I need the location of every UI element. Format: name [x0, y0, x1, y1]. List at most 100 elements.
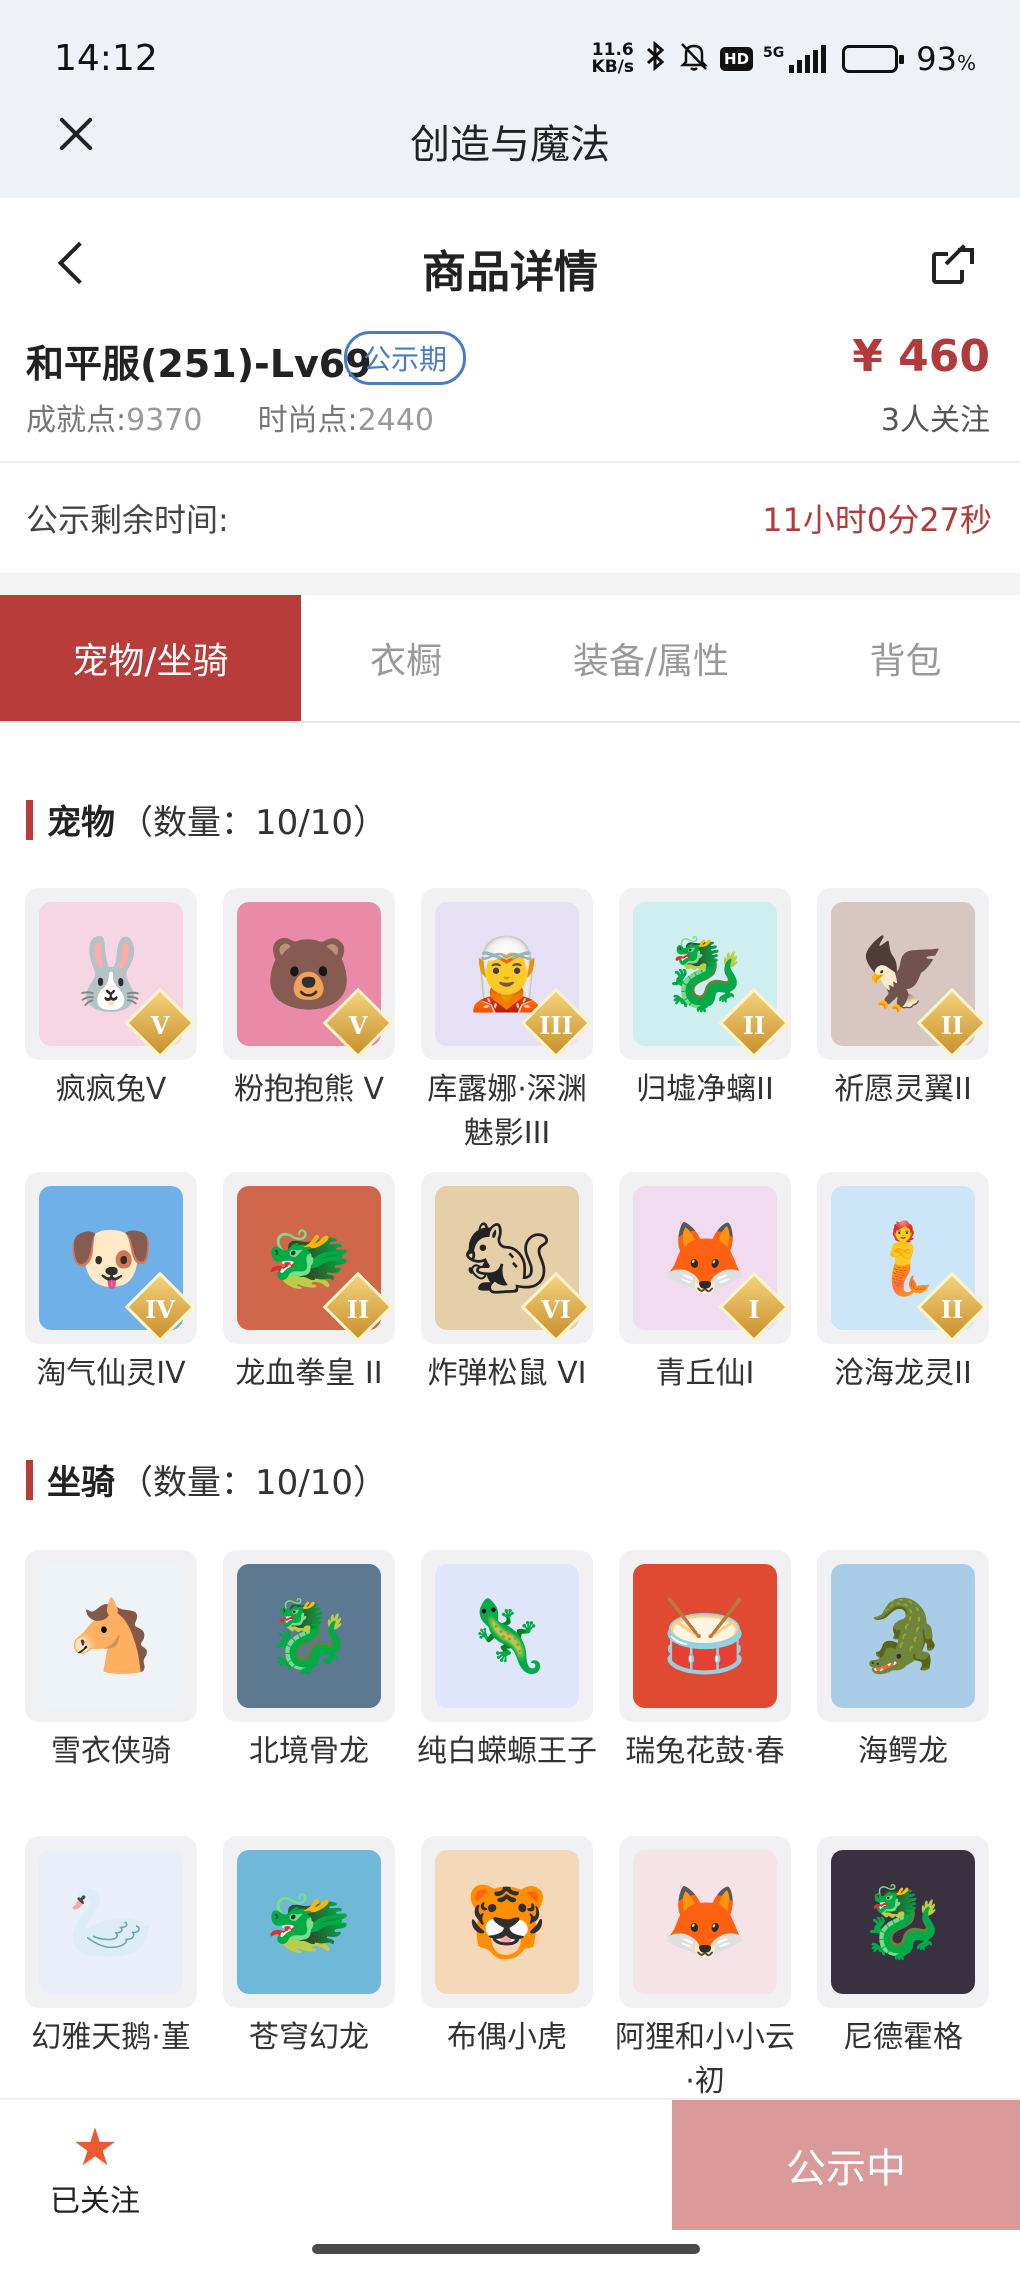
pet-item[interactable]: 🐰 V 疯疯兔V	[12, 888, 210, 1112]
item-glyph: 🐴	[67, 1595, 155, 1677]
item-glyph: 🐉	[859, 1881, 947, 1963]
item-glyph: 🐲	[265, 1217, 353, 1299]
fashion-value: 2440	[357, 403, 435, 438]
tab-backpack[interactable]: 背包	[791, 595, 1020, 721]
item-glyph: 🦊	[661, 1217, 749, 1299]
ali-fox-icon: 🦊	[619, 1836, 791, 2008]
item-name: 幻雅天鹅·堇	[31, 2020, 191, 2055]
item-name: 祈愿灵翼II	[834, 1072, 972, 1107]
tab-pets-mounts[interactable]: 宠物/坐骑	[0, 595, 301, 721]
follow-button[interactable]: ★ 已关注	[30, 2120, 160, 2220]
grade-label: V	[150, 1011, 170, 1040]
signal-5g-icon: 5G	[763, 45, 827, 73]
divider	[0, 573, 1020, 595]
followers-count: 3人关注	[880, 403, 990, 438]
achievement-value: 9370	[126, 403, 203, 438]
item-name: 淘气仙灵IV	[36, 1356, 186, 1391]
mount-item[interactable]: 🦊 阿狸和小小云·初	[606, 1836, 804, 2104]
section-bar	[26, 799, 33, 840]
tab-wardrobe[interactable]: 衣橱	[301, 595, 511, 721]
mount-item[interactable]: 🐴 雪衣侠骑	[12, 1550, 210, 1774]
item-glyph: 🐶	[67, 1217, 155, 1299]
countdown-row: 公示剩余时间: 11小时0分27秒	[0, 463, 1020, 573]
net-speed-unit: KB/s	[591, 57, 635, 77]
item-glyph: 🥁	[661, 1595, 749, 1677]
eagle-icon: 🦅 II	[817, 888, 989, 1060]
item-glyph: 🐯	[463, 1881, 551, 1963]
pet-item[interactable]: 🐻 V 粉抱抱熊 V	[210, 888, 408, 1112]
item-glyph: 🐉	[661, 933, 749, 1015]
grade-label: II	[742, 1011, 766, 1040]
item-glyph: 🐰	[67, 933, 155, 1015]
bluetooth-icon	[644, 40, 668, 78]
item-glyph: 🧜	[859, 1217, 947, 1299]
item-name: 阿狸和小小云·初	[615, 2020, 795, 2099]
item-name: 青丘仙I	[655, 1356, 755, 1391]
item-name: 疯疯兔V	[55, 1072, 167, 1107]
star-icon: ★	[71, 2118, 119, 2178]
pet-item[interactable]: 🐉 II 归墟净螭II	[606, 888, 804, 1112]
item-name: 龙血拳皇 II	[235, 1356, 383, 1391]
net-speed: 11.6 KB/s	[592, 42, 634, 76]
product-info: 和平服(251)-Lv69 公示期 ¥ 460 成就点:9370 时尚点:244…	[0, 325, 1020, 463]
item-name: 库露娜·深渊魅影III	[427, 1072, 587, 1151]
section-bar	[26, 1459, 33, 1500]
countdown-value: 11小时0分27秒	[762, 501, 992, 539]
achievement-label: 成就点:	[26, 403, 127, 438]
item-glyph: 🦅	[859, 933, 947, 1015]
publicity-button[interactable]: 公示中	[672, 2100, 1020, 2230]
item-name: 瑞兔花鼓·春	[625, 1734, 785, 1769]
bear-icon: 🐻 V	[223, 888, 395, 1060]
dragon-girl-icon: 🧜 II	[817, 1172, 989, 1344]
pet-item[interactable]: 🐲 II 龙血拳皇 II	[210, 1172, 408, 1396]
pet-item[interactable]: 🐶 IV 淘气仙灵IV	[12, 1172, 210, 1396]
item-name: 海鳄龙	[858, 1734, 948, 1769]
pet-item[interactable]: 🧜 II 沧海龙灵II	[804, 1172, 1002, 1396]
horse-icon: 🐴	[25, 1550, 197, 1722]
tab-equipment[interactable]: 装备/属性	[511, 595, 791, 721]
fox-girl-icon: 🦊 I	[619, 1172, 791, 1344]
item-name: 纯白蝾螈王子	[417, 1734, 597, 1769]
swan-icon: 🦢	[25, 1836, 197, 2008]
tiger-icon: 🐯	[421, 1836, 593, 2008]
pet-item[interactable]: 🦅 II 祈愿灵翼II	[804, 888, 1002, 1112]
countdown-label: 公示剩余时间:	[26, 501, 229, 539]
mount-item[interactable]: 🦢 幻雅天鹅·堇	[12, 1836, 210, 2060]
pet-item[interactable]: 🧝 III 库露娜·深渊魅影III	[408, 888, 606, 1156]
salamander-icon: 🦎	[421, 1550, 593, 1722]
grade-label: II	[940, 1295, 964, 1324]
grade-label: II	[346, 1295, 370, 1324]
pet-item[interactable]: 🐿 VI 炸弹松鼠 VI	[408, 1172, 606, 1396]
mount-item[interactable]: 🐉 北境骨龙	[210, 1550, 408, 1774]
item-name: 沧海龙灵II	[834, 1356, 972, 1391]
mounts-count: （数量：10/10）	[119, 1463, 387, 1503]
page-title: 商品详情	[422, 247, 598, 298]
item-name: 粉抱抱熊 V	[233, 1072, 385, 1107]
mount-item[interactable]: 🥁 瑞兔花鼓·春	[606, 1550, 804, 1774]
item-glyph: 🐊	[859, 1595, 947, 1677]
item-glyph: 🦢	[67, 1881, 155, 1963]
battery-percent: 93%	[916, 40, 976, 78]
hd-icon: HD	[720, 47, 754, 71]
home-indicator[interactable]	[312, 2244, 700, 2254]
app-title: 创造与魔法	[410, 122, 610, 168]
dark-dragon-icon: 🐉	[817, 1836, 989, 2008]
item-glyph: 🐲	[265, 1881, 353, 1963]
mount-item[interactable]: 🐊 海鳄龙	[804, 1550, 1002, 1774]
mount-item[interactable]: 🐯 布偶小虎	[408, 1836, 606, 2060]
mount-item[interactable]: 🐉 尼德霍格	[804, 1836, 1002, 2060]
follow-label: 已关注	[50, 2184, 140, 2219]
item-glyph: 🐉	[265, 1595, 353, 1677]
beast-icon: 🐲 II	[223, 1172, 395, 1344]
status-badge: 公示期	[344, 331, 467, 385]
grade-label: III	[539, 1011, 573, 1040]
item-name: 布偶小虎	[447, 2020, 567, 2055]
pets-count: （数量：10/10）	[119, 803, 387, 843]
share-icon[interactable]	[932, 244, 974, 286]
item-glyph: 🦎	[463, 1595, 551, 1677]
pet-item[interactable]: 🦊 I 青丘仙I	[606, 1172, 804, 1396]
mount-item[interactable]: 🐲 苍穹幻龙	[210, 1836, 408, 2060]
item-glyph: 🐿	[462, 1217, 552, 1299]
mount-item[interactable]: 🦎 纯白蝾螈王子	[408, 1550, 606, 1774]
status-time: 14:12	[54, 38, 158, 79]
